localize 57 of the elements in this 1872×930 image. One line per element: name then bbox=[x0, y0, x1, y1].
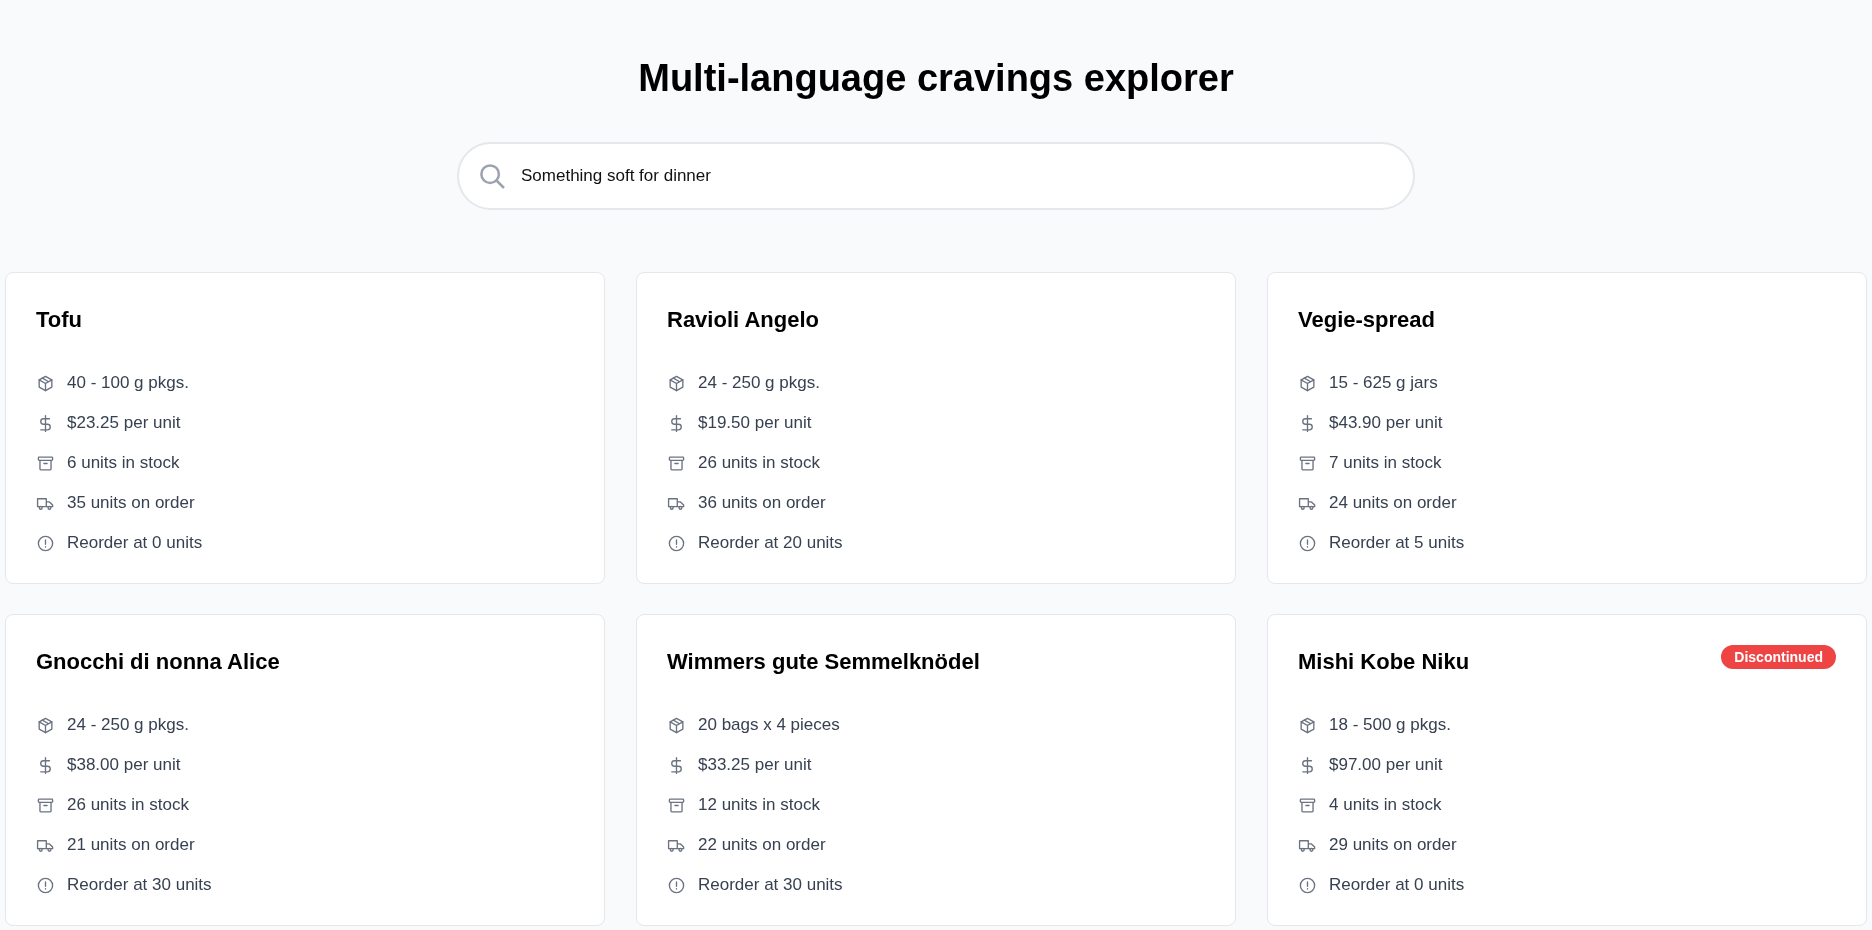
product-detail: $43.90 per unit bbox=[1329, 413, 1443, 433]
alert-circle-icon bbox=[667, 533, 686, 553]
product-detail: 12 units in stock bbox=[698, 795, 820, 815]
product-detail: 18 - 500 g pkgs. bbox=[1329, 715, 1451, 735]
alert-circle-icon bbox=[36, 875, 55, 895]
product-detail: 24 units on order bbox=[1329, 493, 1457, 513]
product-name: Tofu bbox=[36, 306, 82, 334]
product-detail: 35 units on order bbox=[67, 493, 195, 513]
archive-box-icon bbox=[667, 453, 686, 473]
product-detail: 6 units in stock bbox=[67, 453, 180, 473]
search-field[interactable]: Something soft for dinner bbox=[457, 142, 1415, 210]
package-icon bbox=[667, 373, 686, 393]
product-name: Ravioli Angelo bbox=[667, 306, 819, 334]
product-detail: 22 units on order bbox=[698, 835, 826, 855]
product-detail: 24 - 250 g pkgs. bbox=[698, 373, 820, 393]
product-name: Gnocchi di nonna Alice bbox=[36, 648, 280, 676]
product-detail: Reorder at 30 units bbox=[67, 875, 212, 895]
archive-box-icon bbox=[1298, 453, 1317, 473]
product-detail: $19.50 per unit bbox=[698, 413, 812, 433]
package-icon bbox=[36, 373, 55, 393]
product-detail: $38.00 per unit bbox=[67, 755, 181, 775]
product-name: Wimmers gute Semmelknödel bbox=[667, 648, 980, 676]
package-icon bbox=[1298, 373, 1317, 393]
alert-circle-icon bbox=[36, 533, 55, 553]
product-detail: 7 units in stock bbox=[1329, 453, 1442, 473]
product-detail: Reorder at 0 units bbox=[67, 533, 203, 553]
product-detail: Reorder at 5 units bbox=[1329, 533, 1465, 553]
product-detail: 21 units on order bbox=[67, 835, 195, 855]
product-name: Vegie-spread bbox=[1298, 306, 1435, 334]
alert-circle-icon bbox=[667, 875, 686, 895]
product-detail: $97.00 per unit bbox=[1329, 755, 1443, 775]
product-detail: 40 - 100 g pkgs. bbox=[67, 373, 189, 393]
product-detail: $23.25 per unit bbox=[67, 413, 181, 433]
product-name: Mishi Kobe Niku bbox=[1298, 648, 1470, 676]
archive-box-icon bbox=[36, 453, 55, 473]
alert-circle-icon bbox=[1298, 533, 1317, 553]
package-icon bbox=[667, 715, 686, 735]
product-detail: 20 bags x 4 pieces bbox=[698, 715, 840, 735]
alert-circle-icon bbox=[1298, 875, 1317, 895]
product-detail: 29 units on order bbox=[1329, 835, 1457, 855]
product-detail: Reorder at 30 units bbox=[698, 875, 843, 895]
product-detail: $33.25 per unit bbox=[698, 755, 812, 775]
package-icon bbox=[36, 715, 55, 735]
product-detail: 26 units in stock bbox=[698, 453, 820, 473]
archive-box-icon bbox=[1298, 795, 1317, 815]
product-detail: 24 - 250 g pkgs. bbox=[67, 715, 189, 735]
package-icon bbox=[1298, 715, 1317, 735]
product-detail: 36 units on order bbox=[698, 493, 826, 513]
status-badge: Discontinued bbox=[1721, 645, 1836, 669]
product-detail: 4 units in stock bbox=[1329, 795, 1442, 815]
page-title: Multi-language cravings explorer bbox=[637, 56, 1235, 101]
product-detail: Reorder at 0 units bbox=[1329, 875, 1465, 895]
archive-box-icon bbox=[667, 795, 686, 815]
archive-box-icon bbox=[36, 795, 55, 815]
product-detail: 26 units in stock bbox=[67, 795, 189, 815]
product-detail: 15 - 625 g jars bbox=[1329, 373, 1438, 393]
product-detail: Reorder at 20 units bbox=[698, 533, 843, 553]
